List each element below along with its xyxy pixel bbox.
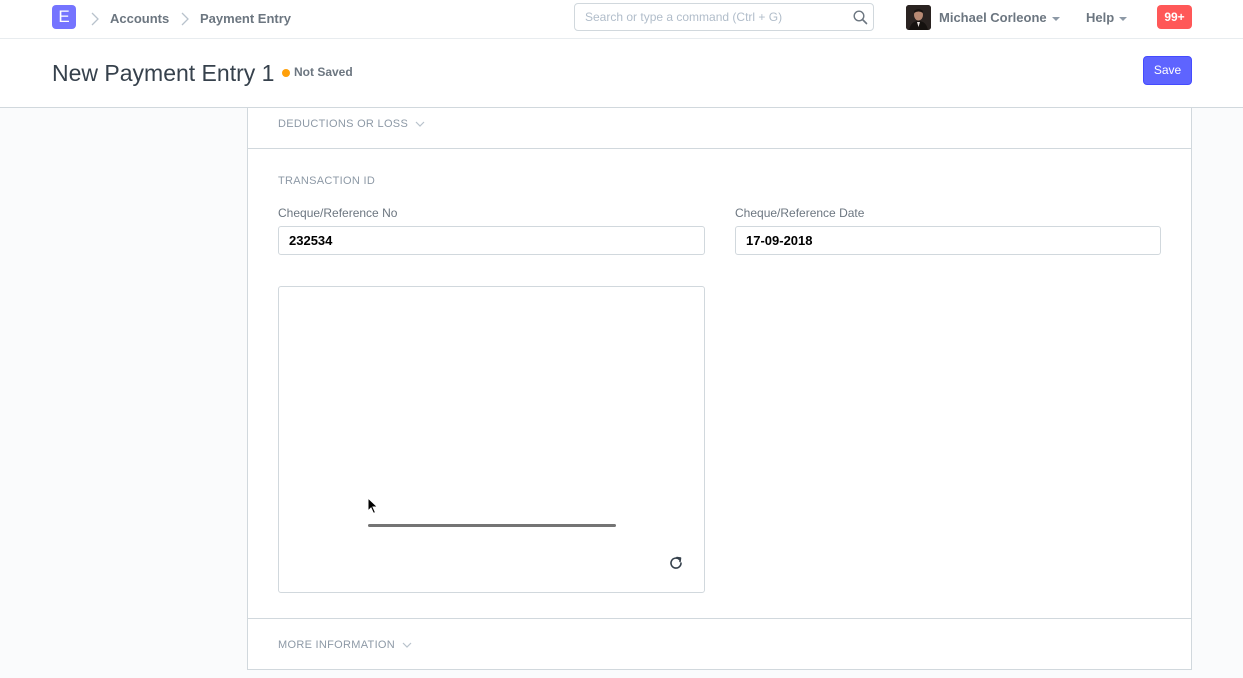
image-preview-box[interactable] (278, 286, 705, 593)
help-label: Help (1086, 10, 1115, 25)
status-badge: Not Saved (294, 65, 353, 79)
reference-no-field[interactable] (278, 226, 705, 255)
caret-down-icon (1119, 16, 1128, 21)
search-input[interactable] (575, 4, 845, 30)
chevron-down-icon (402, 642, 412, 648)
section-toggle-more-information[interactable]: MORE INFORMATION (278, 639, 412, 651)
page-title: New Payment Entry 1 (52, 60, 275, 86)
search-icon[interactable] (853, 10, 868, 30)
form-card: DEDUCTIONS OR LOSS TRANSACTION ID Cheque… (247, 108, 1192, 670)
user-name: Michael Corleone (939, 10, 1047, 25)
section-more-information: MORE INFORMATION (248, 619, 1191, 670)
reference-date-label: Cheque/Reference Date (735, 206, 865, 220)
avatar[interactable] (906, 5, 931, 30)
caret-down-icon (1051, 16, 1060, 21)
save-button[interactable]: Save (1143, 56, 1192, 85)
chevron-right-icon (91, 12, 99, 26)
breadcrumb-payment-entry[interactable]: Payment Entry (200, 11, 291, 26)
status-indicator-dot (282, 69, 290, 77)
breadcrumb-accounts[interactable]: Accounts (110, 11, 169, 26)
chevron-right-icon (181, 12, 189, 26)
section-title-more-information: MORE INFORMATION (278, 639, 396, 651)
notifications-badge[interactable]: 99+ (1157, 5, 1192, 29)
reference-no-label: Cheque/Reference No (278, 206, 398, 220)
section-title-transaction-id: TRANSACTION ID (278, 175, 376, 187)
refresh-icon[interactable] (668, 555, 684, 576)
search-bar (574, 3, 874, 31)
reference-date-field[interactable] (735, 226, 1161, 255)
loading-bar (368, 524, 616, 527)
section-deductions: DEDUCTIONS OR LOSS (248, 108, 1191, 149)
mouse-pointer-icon (367, 496, 379, 520)
app-logo[interactable]: E (52, 5, 76, 29)
top-navbar: E Accounts Payment Entry Michael Corleon… (0, 0, 1243, 39)
page-header: New Payment Entry 1 Not Saved Save (0, 39, 1243, 108)
section-transaction-id: TRANSACTION ID Cheque/Reference No Chequ… (248, 149, 1191, 619)
user-menu[interactable]: Michael Corleone (939, 10, 1060, 25)
chevron-down-icon (415, 121, 425, 127)
section-toggle-deductions[interactable]: DEDUCTIONS OR LOSS (278, 118, 425, 130)
help-menu[interactable]: Help (1086, 10, 1128, 25)
section-title-deductions: DEDUCTIONS OR LOSS (278, 118, 409, 130)
